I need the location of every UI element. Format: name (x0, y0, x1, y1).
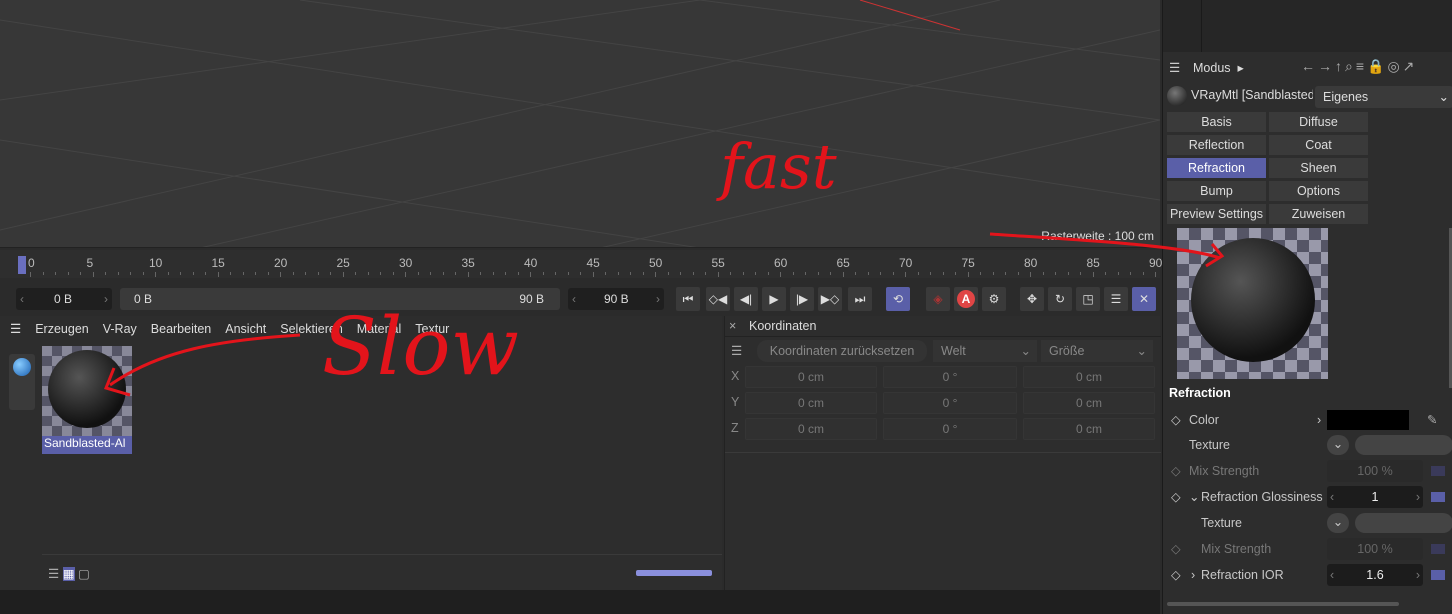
annotation-arrows (103, 232, 1225, 397)
annotation-slow: Slow (322, 300, 520, 393)
annotation-fast: fast (720, 130, 837, 203)
